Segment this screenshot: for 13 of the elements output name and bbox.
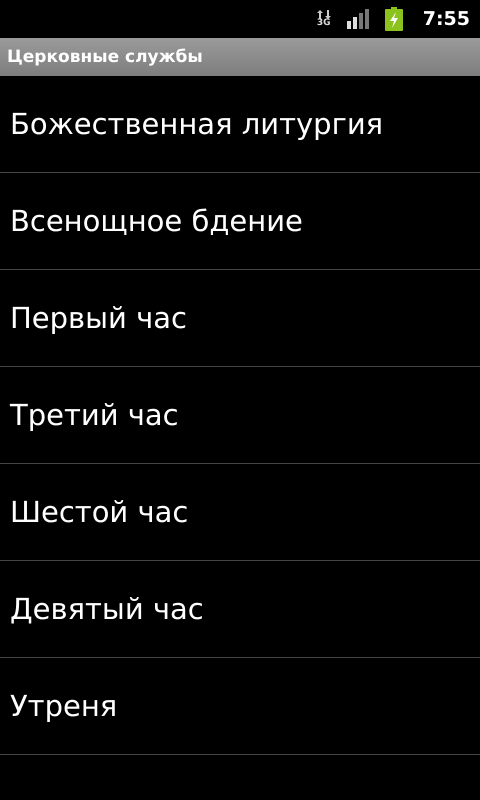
data-arrows-icon	[316, 10, 331, 19]
clock: 7:55	[422, 8, 470, 30]
network-type: 3G	[316, 19, 331, 28]
signal-icon	[346, 9, 371, 29]
list-item[interactable]: Утреня	[0, 658, 480, 755]
battery-charging-icon	[384, 7, 403, 31]
list-item[interactable]: Божественная литургия	[0, 76, 480, 173]
list-item[interactable]: Девятый час	[0, 561, 480, 658]
list-item[interactable]: Третий час	[0, 367, 480, 464]
list-item[interactable]: Первый час	[0, 270, 480, 367]
list-item[interactable]: Всенощное бдение	[0, 173, 480, 270]
list-item[interactable]: Шестой час	[0, 464, 480, 561]
window-title: Церковные службы	[7, 47, 203, 67]
